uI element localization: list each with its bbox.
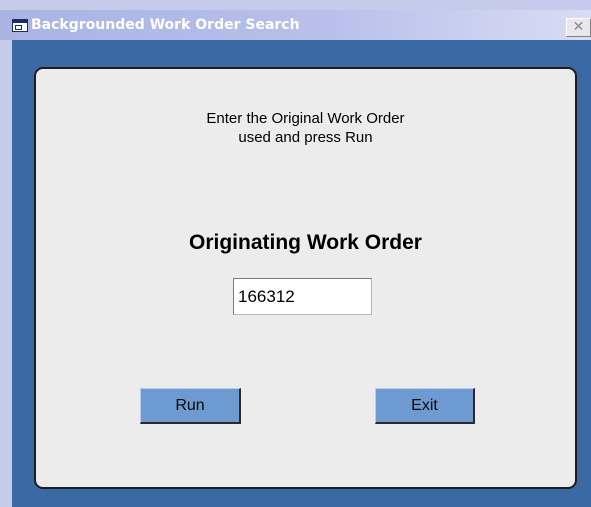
run-button[interactable]: Run [140,388,241,424]
search-panel: Enter the Original Work Order used and p… [34,67,577,489]
client-area: Enter the Original Work Order used and p… [12,40,591,507]
window-title: Backgrounded Work Order Search [31,17,300,33]
work-order-input[interactable] [233,278,372,315]
form-window-icon[interactable] [12,19,28,32]
app-window: Backgrounded Work Order Search ✕ Enter t… [0,0,591,507]
instructions-line-1: Enter the Original Work Order [206,110,405,127]
instructions-text: Enter the Original Work Order used and p… [36,109,575,147]
close-icon: ✕ [572,19,585,35]
exit-button[interactable]: Exit [375,388,475,424]
originating-work-order-label: Originating Work Order [189,231,422,254]
title-bar[interactable]: Backgrounded Work Order Search ✕ [0,10,591,40]
instructions-line-2: used and press Run [238,129,373,146]
close-button[interactable]: ✕ [566,18,591,37]
